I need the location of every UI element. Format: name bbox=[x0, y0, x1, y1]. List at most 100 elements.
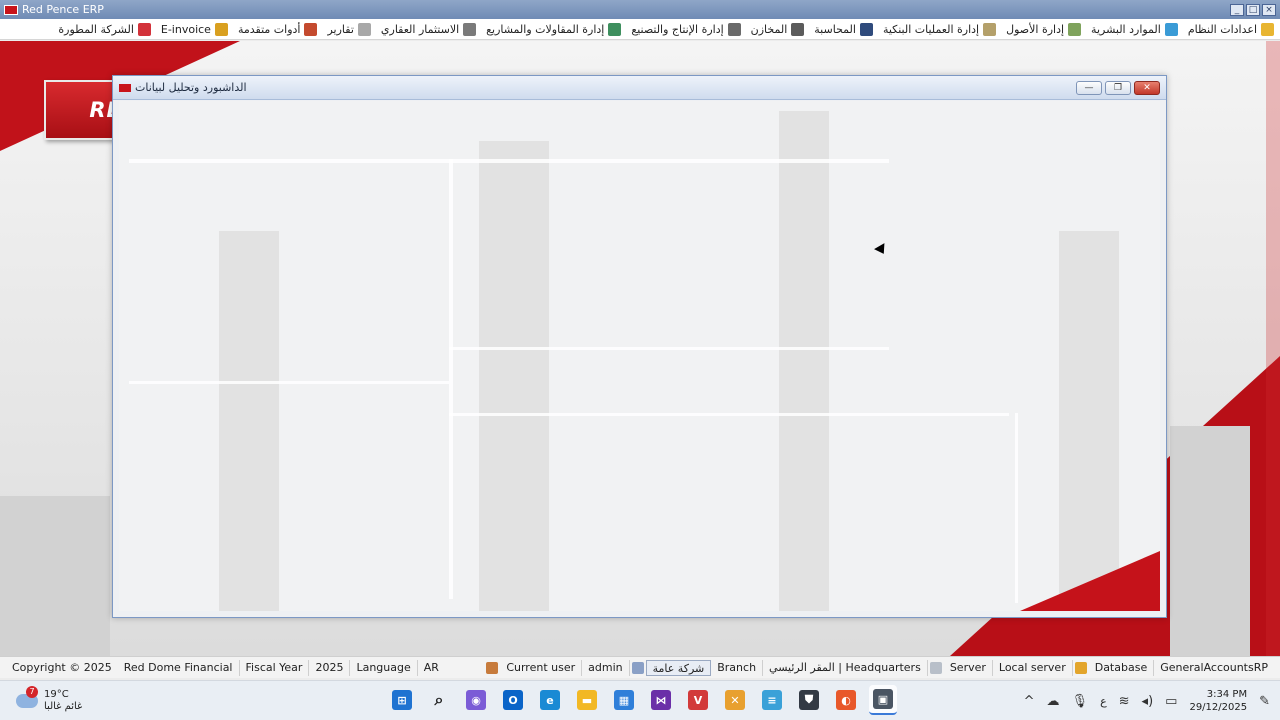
company-icon bbox=[631, 661, 644, 674]
panel-divider bbox=[449, 347, 889, 350]
menu-item-icon bbox=[1164, 22, 1178, 36]
restore-icon[interactable]: ❐ bbox=[1105, 80, 1131, 95]
photos-icon: ✕ bbox=[725, 690, 745, 710]
menu-item-icon bbox=[1261, 22, 1274, 36]
volume-icon[interactable]: ◂) bbox=[1142, 694, 1154, 709]
firefox-icon: ◐ bbox=[836, 690, 856, 710]
menu-item-icon bbox=[463, 22, 477, 36]
notification-icon[interactable]: ✎ bbox=[1259, 694, 1270, 709]
weather-widget[interactable]: 7 19°C غائم غالبا bbox=[0, 685, 200, 713]
menu-item[interactable]: الشركة المطورة bbox=[58, 22, 151, 36]
search-icon: ⌕ bbox=[429, 690, 449, 710]
server-icon bbox=[929, 661, 942, 674]
chevron-up-icon[interactable]: ^ bbox=[1024, 694, 1035, 709]
store-icon: ▦ bbox=[614, 690, 634, 710]
maximize-icon[interactable]: □ bbox=[1246, 3, 1260, 16]
microphone-icon[interactable]: 🎙 bbox=[1072, 694, 1089, 709]
menu-item-label: المخازن bbox=[750, 22, 788, 36]
menu-item-icon bbox=[304, 22, 318, 36]
window-controls: _ □ × bbox=[1230, 3, 1280, 16]
weather-description: غائم غالبا bbox=[44, 700, 83, 712]
company-type-badge: شركة عامة bbox=[645, 659, 712, 676]
battery-icon[interactable]: ▭ bbox=[1165, 694, 1177, 709]
menu-item[interactable]: E-invoice bbox=[160, 22, 228, 36]
taskbar-app[interactable]: ⌕ bbox=[425, 685, 453, 715]
skyline-decoration bbox=[219, 231, 279, 611]
security-icon: ⛊ bbox=[799, 690, 819, 710]
server-value: Local server bbox=[993, 659, 1073, 676]
menu-item-icon bbox=[1068, 22, 1082, 36]
clock[interactable]: 3:34 PM 29/12/2025 bbox=[1189, 688, 1247, 714]
taskbar-app[interactable]: ⊞ bbox=[388, 685, 416, 715]
visual-studio-icon: ⋈ bbox=[651, 690, 671, 710]
menu-item-icon bbox=[727, 22, 741, 36]
edge-icon: e bbox=[540, 690, 560, 710]
branch-label: Branch bbox=[711, 659, 764, 676]
clock-date: 29/12/2025 bbox=[1189, 702, 1248, 713]
menu-item-label: E-invoice bbox=[160, 22, 211, 36]
copilot-icon: ◉ bbox=[466, 690, 486, 710]
status-bar: Copyright © 2025 Red Dome Financial Fisc… bbox=[0, 656, 1280, 678]
skyline-decoration bbox=[1059, 231, 1119, 611]
taskbar-app[interactable]: e bbox=[536, 685, 564, 715]
wifi-icon[interactable]: ≋ bbox=[1119, 694, 1130, 709]
menu-item[interactable]: إدارة العمليات البنكية bbox=[883, 22, 997, 36]
menu-item[interactable]: الموارد البشرية bbox=[1091, 22, 1178, 36]
taskbar-app[interactable]: ▬ bbox=[573, 685, 601, 715]
close-icon[interactable]: × bbox=[1262, 3, 1276, 16]
language-value: AR bbox=[423, 660, 439, 674]
menu-item-label: الاستثمار العقاري bbox=[380, 22, 460, 36]
menu-item-label: أدوات متقدمة bbox=[237, 22, 301, 36]
vivaldi-icon: V bbox=[688, 690, 708, 710]
onedrive-icon[interactable]: ☁ bbox=[1047, 694, 1060, 709]
panel-divider bbox=[1015, 413, 1018, 603]
menu-item-label: إدارة الإنتاج والتصنيع bbox=[631, 22, 724, 36]
menu-item-icon bbox=[214, 22, 228, 36]
dashboard-window[interactable]: الداشبورد وتحليل لبيانات — ❐ ✕ bbox=[112, 75, 1167, 618]
windows-taskbar: 7 19°C غائم غالبا ⊞ ⌕ ◉ Oe ▬ ▦ ⋈ V ✕ ≡ ⛊ ◐ ▣ ^ ☁ 🎙 ع… bbox=[0, 680, 1280, 720]
menu-item[interactable]: الاستثمار العقاري bbox=[380, 22, 477, 36]
menu-item-icon bbox=[983, 22, 997, 36]
notepad-icon: ≡ bbox=[762, 690, 782, 710]
menu-item[interactable]: تقارير bbox=[327, 22, 371, 36]
app-logo-icon bbox=[4, 4, 18, 15]
copyright-text: Copyright © 2025 bbox=[12, 660, 112, 674]
panel-divider bbox=[449, 413, 1009, 416]
menu-item-icon bbox=[137, 22, 151, 36]
database-icon bbox=[1074, 661, 1087, 674]
minimize-icon[interactable]: _ bbox=[1230, 3, 1244, 16]
taskbar-app[interactable]: ≡ bbox=[758, 685, 786, 715]
fiscal-year-value: 2025 bbox=[309, 659, 351, 676]
dashboard-window-title: الداشبورد وتحليل لبيانات bbox=[135, 81, 247, 94]
current-user-label: Current user bbox=[500, 659, 583, 676]
app-title: Red Pence ERP bbox=[22, 3, 104, 16]
weather-badge: 7 bbox=[26, 685, 38, 698]
taskbar-app[interactable]: ⋈ bbox=[647, 685, 675, 715]
close-icon[interactable]: ✕ bbox=[1134, 80, 1160, 95]
menu-item[interactable]: إدارة الإنتاج والتصنيع bbox=[631, 22, 741, 36]
menu-item-label: إدارة المقاولات والمشاريع bbox=[486, 22, 605, 36]
menu-item[interactable]: أدوات متقدمة bbox=[237, 22, 318, 36]
menu-item[interactable]: اعدادات النظام bbox=[1188, 22, 1274, 36]
taskbar-app[interactable]: ◉ bbox=[462, 685, 490, 715]
taskbar-app[interactable]: V bbox=[684, 685, 712, 715]
database-label: Database bbox=[1089, 659, 1155, 676]
menu-item[interactable]: المخازن bbox=[750, 22, 805, 36]
taskbar-app[interactable]: ◐ bbox=[832, 685, 860, 715]
taskbar-app[interactable]: O bbox=[499, 685, 527, 715]
user-icon bbox=[486, 661, 499, 674]
taskbar-app[interactable]: ⛊ bbox=[795, 685, 823, 715]
taskbar-app[interactable]: ▦ bbox=[610, 685, 638, 715]
menu-item[interactable]: إدارة المقاولات والمشاريع bbox=[486, 22, 622, 36]
menu-item-label: الشركة المطورة bbox=[58, 22, 134, 36]
taskbar-app[interactable]: ✕ bbox=[721, 685, 749, 715]
minimize-icon[interactable]: — bbox=[1076, 80, 1102, 95]
menu-item[interactable]: إدارة الأصول bbox=[1006, 22, 1082, 36]
skyline-decoration bbox=[479, 141, 549, 611]
input-language[interactable]: ع bbox=[1100, 695, 1107, 708]
menu-item-icon bbox=[608, 22, 622, 36]
clock-time: 3:34 PM bbox=[1206, 689, 1248, 700]
taskbar-app[interactable]: ▣ bbox=[869, 685, 897, 715]
dashboard-window-titlebar[interactable]: الداشبورد وتحليل لبيانات — ❐ ✕ bbox=[113, 76, 1166, 100]
menu-item[interactable]: المحاسبة bbox=[814, 22, 873, 36]
